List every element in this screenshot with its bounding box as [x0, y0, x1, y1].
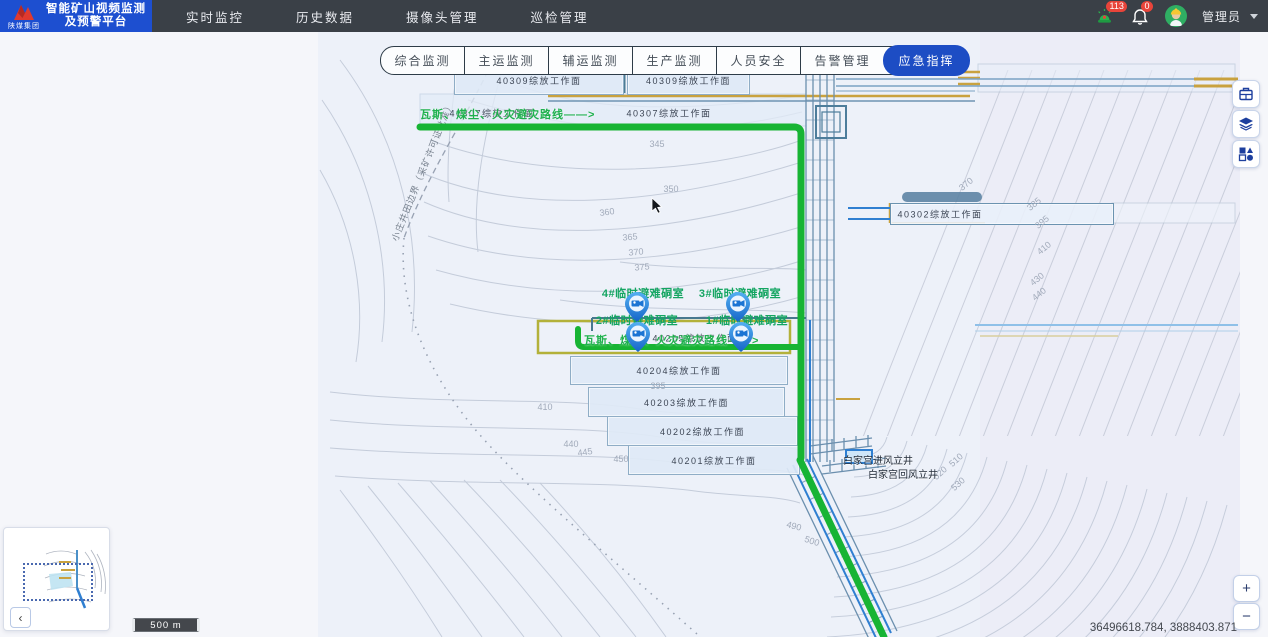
alarm-count-badge: 113	[1106, 1, 1127, 12]
faded-face-extension	[1112, 203, 1235, 223]
nav-item-inspection-mgmt[interactable]: 巡检管理	[531, 7, 589, 26]
steel-roadways	[548, 70, 1238, 637]
notification-count-badge: 0	[1141, 1, 1153, 12]
face-label-40302: 40302综放工作面	[897, 208, 982, 221]
header-right-cluster: 113 0 管理员	[1095, 5, 1268, 27]
map-background	[318, 32, 1240, 637]
printer-icon	[1238, 86, 1254, 102]
tab-production-monitor[interactable]: 生产监测	[632, 47, 716, 74]
zoom-in-button[interactable]: +	[1233, 575, 1260, 602]
chevron-down-icon[interactable]	[1250, 14, 1258, 19]
top-header-bar: 陕煤集团 智能矿山视频监测 及预警平台 实时监控 历史数据 摄像头管理 巡检管理…	[0, 0, 1268, 32]
map-scale-bar: 500 m	[132, 618, 200, 632]
face-label: 40202综放工作面	[660, 425, 745, 438]
contour-label: 350	[663, 184, 678, 194]
contour-label: 530	[949, 475, 967, 492]
contour-label: 510	[947, 451, 965, 468]
monitor-tab-bar: 综合监测 主运监测 辅运监测 生产监测 人员安全 告警管理 应急指挥	[380, 46, 969, 75]
contour-label: 450	[613, 454, 628, 464]
mouse-cursor	[652, 198, 662, 213]
app-title-line2: 及预警平台	[44, 16, 148, 29]
contour-label: 410	[1035, 239, 1053, 256]
minimap-viewport-box[interactable]	[23, 563, 93, 601]
face-label-40307-right: 40307综放工作面	[626, 107, 711, 120]
cursor-coordinates: 36496618.784, 3888403.871	[1090, 622, 1237, 634]
notification-button[interactable]: 0	[1130, 6, 1150, 26]
faded-face-band	[978, 64, 1235, 92]
contour-label: 410	[537, 402, 552, 412]
camera-pin[interactable]	[626, 322, 650, 352]
user-avatar[interactable]	[1165, 5, 1187, 27]
contour-label: 500	[803, 534, 820, 548]
nav-item-realtime[interactable]: 实时监控	[186, 7, 244, 26]
contour-label: 365	[622, 231, 638, 242]
nav-item-camera-mgmt[interactable]: 摄像头管理	[406, 7, 479, 26]
contour-label: 445	[577, 446, 593, 458]
overview-minimap[interactable]: ‹	[3, 527, 110, 631]
layers-tool-button[interactable]	[1232, 110, 1260, 138]
face-label: 40203综放工作面	[644, 396, 729, 409]
contour-label: 395	[650, 381, 665, 391]
scale-label: 500 m	[150, 620, 181, 631]
contour-label: 440	[1030, 285, 1048, 302]
contour-label: 370	[957, 175, 975, 192]
brand-panel: 陕煤集团 智能矿山视频监测 及预警平台	[0, 0, 152, 32]
user-name[interactable]: 管理员	[1202, 8, 1241, 25]
face-40203[interactable]: 40203综放工作面	[588, 387, 785, 417]
app-window: 40309综放工作面 40309综放工作面 40204综放工作面 40203综放…	[0, 0, 1268, 637]
contour-lines-right	[860, 70, 1268, 445]
contour-label: 490	[785, 519, 802, 533]
print-tool-button[interactable]	[1232, 80, 1260, 108]
legend-tool-button[interactable]	[1232, 140, 1260, 168]
shaft-label-return: 白家宫回风立井	[868, 466, 938, 481]
app-title-line1: 智能矿山视频监测	[44, 3, 148, 16]
zoom-out-button[interactable]: −	[1233, 603, 1260, 630]
tab-aux-transport-monitor[interactable]: 辅运监测	[548, 47, 632, 74]
layers-icon	[1238, 116, 1254, 132]
company-group-name: 陕煤集团	[8, 21, 40, 31]
camera-pin[interactable]	[726, 292, 750, 322]
shaft-label-intake: 白家宫进风立井	[843, 452, 913, 467]
face-40204[interactable]: 40204综放工作面	[570, 356, 788, 385]
alarm-button[interactable]: 113	[1095, 6, 1115, 26]
tan-roadways	[548, 72, 1238, 399]
tab-personnel-safety[interactable]: 人员安全	[716, 47, 800, 74]
company-logo-icon	[11, 1, 37, 23]
contour-label: 345	[649, 139, 664, 149]
face-label: 40201综放工作面	[671, 454, 756, 467]
face-label: 40309综放工作面	[496, 74, 581, 87]
contour-label: 360	[599, 206, 615, 218]
contour-label: 430	[1028, 270, 1046, 287]
belt-structure	[902, 192, 982, 202]
escape-route-label-top: 瓦斯、煤尘、火灾避灾路线——>	[420, 106, 595, 122]
face-40202[interactable]: 40202综放工作面	[607, 416, 798, 446]
tab-comprehensive-monitor[interactable]: 综合监测	[381, 47, 464, 74]
app-title: 智能矿山视频监测 及预警平台	[44, 3, 152, 29]
legend-shapes-icon	[1238, 146, 1254, 162]
face-label: 40204综放工作面	[636, 364, 721, 377]
bright-blue-roadways	[793, 208, 891, 637]
contour-lines-bottom-right	[799, 437, 1227, 637]
contour-label: 370	[628, 246, 644, 257]
camera-pin[interactable]	[729, 322, 753, 352]
tab-alarm-management[interactable]: 告警管理	[800, 47, 884, 74]
minimap-collapse-button[interactable]: ‹	[10, 607, 31, 628]
map-overlay-region	[980, 32, 1240, 637]
face-label: 40309综放工作面	[646, 74, 731, 87]
tab-main-transport-monitor[interactable]: 主运监测	[464, 47, 548, 74]
miner-avatar-icon	[1165, 5, 1187, 27]
main-nav: 实时监控 历史数据 摄像头管理 巡检管理	[186, 7, 589, 26]
contour-label: 375	[634, 261, 650, 272]
nav-item-history[interactable]: 历史数据	[296, 7, 354, 26]
face-40201[interactable]: 40201综放工作面	[628, 445, 800, 475]
tab-emergency-command[interactable]: 应急指挥	[884, 46, 969, 75]
camera-pin[interactable]	[625, 292, 649, 322]
